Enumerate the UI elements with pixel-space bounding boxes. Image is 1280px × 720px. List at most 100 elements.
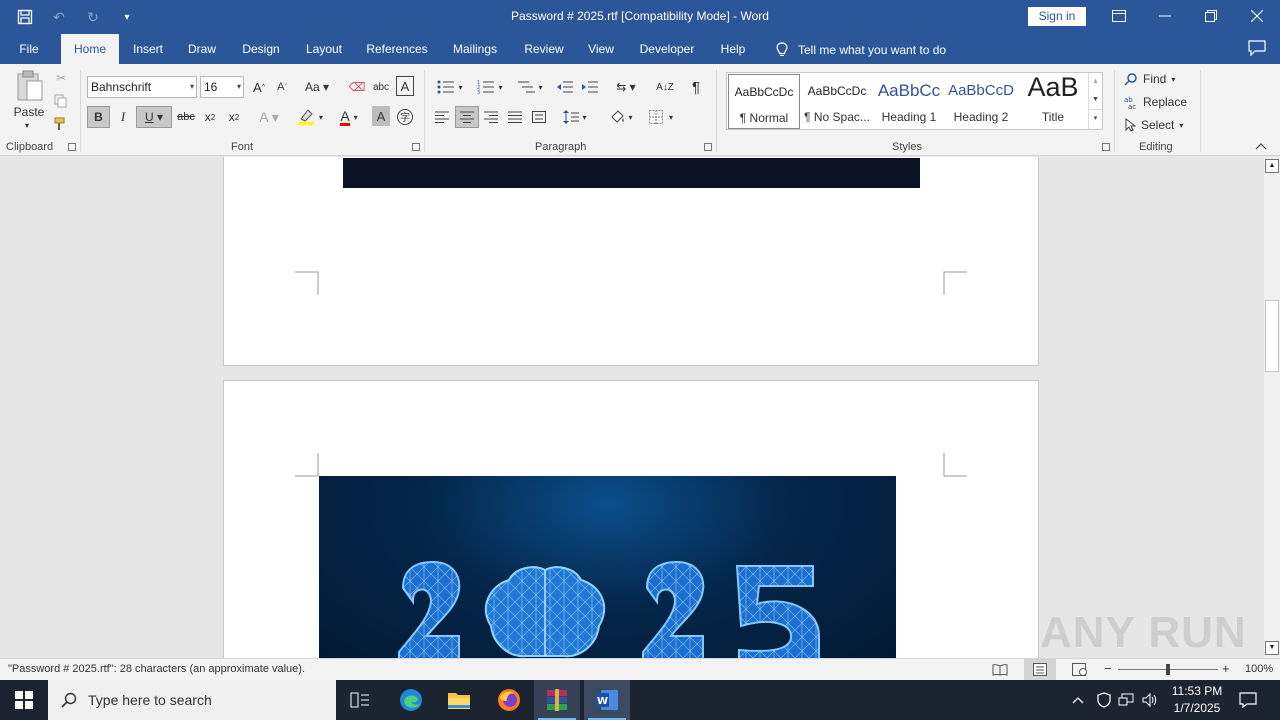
tab-home[interactable]: Home [61, 34, 119, 64]
tab-insert[interactable]: Insert [124, 34, 172, 64]
network-icon[interactable] [1116, 680, 1136, 720]
shrink-font-icon[interactable]: Aˇ [273, 76, 291, 98]
tab-mailings[interactable]: Mailings [444, 34, 506, 64]
text-effects-icon[interactable]: A ▾ [254, 106, 284, 128]
word-icon[interactable]: W [584, 680, 630, 720]
tab-file[interactable]: File [6, 34, 52, 64]
paste-dropdown-icon[interactable]: ▾ [20, 120, 34, 130]
zoom-out-icon[interactable]: − [1104, 661, 1112, 676]
font-name-select[interactable]: Bahnschrift ▾ [87, 76, 197, 98]
tab-layout[interactable]: Layout [298, 34, 350, 64]
align-left-icon[interactable] [432, 106, 452, 128]
collapse-ribbon-icon[interactable] [1254, 140, 1268, 152]
borders-icon[interactable]: ▾ [644, 106, 678, 128]
strikethrough-button[interactable]: abc [176, 106, 196, 128]
paste-icon[interactable] [10, 68, 50, 104]
clock[interactable]: 11:53 PM 1/7/2025 [1166, 683, 1228, 717]
volume-icon[interactable] [1140, 680, 1160, 720]
highlight-color-icon[interactable]: ▾ [292, 106, 328, 128]
styles-scrollbar[interactable]: ▲ ▼ ▾ [1088, 73, 1102, 129]
cut-icon[interactable]: ✂ [52, 69, 70, 87]
scroll-thumb[interactable] [1265, 300, 1279, 372]
vertical-scrollbar[interactable]: ▲ ▼ [1264, 157, 1280, 658]
change-case-icon[interactable]: Aa ▾ [302, 76, 332, 98]
font-size-select[interactable]: 16 ▾ [200, 76, 244, 98]
edge-icon[interactable] [388, 680, 434, 720]
document-area[interactable] [0, 157, 1264, 658]
more-styles-icon[interactable]: ▾ [1089, 109, 1102, 128]
align-right-icon[interactable] [481, 106, 501, 128]
minimize-icon[interactable] [1142, 0, 1188, 32]
font-color-icon[interactable]: A ▾ [332, 106, 366, 128]
numbering-icon[interactable]: 1 2 3 ▾ [472, 76, 508, 98]
style-normal[interactable]: AaBbCcDc ¶ Normal [728, 74, 800, 129]
winrar-icon[interactable] [534, 680, 580, 720]
show-formatting-marks-icon[interactable]: ¶ [686, 76, 706, 98]
taskbar-search[interactable]: Type here to search [48, 680, 336, 720]
tab-design[interactable]: Design [234, 34, 288, 64]
tell-me-search[interactable]: Tell me what you want to do [776, 42, 946, 58]
word-count-status[interactable]: "Password # 2025.rtf": 28 characters (an… [8, 663, 305, 675]
tab-view[interactable]: View [580, 34, 622, 64]
scroll-up-icon[interactable]: ▲ [1265, 159, 1279, 173]
phonetic-guide-icon[interactable]: abc [371, 76, 391, 98]
clear-formatting-icon[interactable]: ⌫ [347, 76, 367, 98]
increase-indent-icon[interactable] [580, 76, 600, 98]
ribbon-display-options-icon[interactable] [1096, 0, 1142, 32]
character-shading-icon[interactable]: A [372, 106, 390, 126]
character-border-icon[interactable]: A [396, 76, 414, 96]
align-center-icon[interactable] [455, 106, 479, 128]
notifications-icon[interactable] [1236, 680, 1260, 720]
font-launcher-icon[interactable] [412, 143, 420, 151]
web-layout-icon[interactable] [1072, 663, 1088, 676]
justify-icon[interactable] [505, 106, 525, 128]
tab-help[interactable]: Help [712, 34, 754, 64]
tab-developer[interactable]: Developer [632, 34, 702, 64]
sign-in-button[interactable]: Sign in [1028, 7, 1086, 26]
tab-draw[interactable]: Draw [180, 34, 224, 64]
select-button[interactable]: Select ▾ [1124, 115, 1188, 135]
print-layout-button[interactable] [1024, 659, 1056, 680]
style-heading-1[interactable]: AaBbCc Heading 1 [873, 74, 945, 129]
zoom-level[interactable]: 100% [1245, 663, 1273, 675]
zoom-slider-handle[interactable] [1166, 664, 1170, 675]
firefox-icon[interactable] [486, 680, 532, 720]
tab-references[interactable]: References [360, 34, 434, 64]
shading-icon[interactable]: ▾ [604, 106, 638, 128]
superscript-button[interactable]: x2 [224, 106, 244, 128]
bullets-icon[interactable]: ▾ [432, 76, 468, 98]
sort-icon[interactable]: A↓Z [655, 76, 675, 98]
start-button[interactable] [0, 680, 48, 720]
subscript-button[interactable]: x2 [200, 106, 220, 128]
chevron-up-icon[interactable]: ▲ [1089, 73, 1102, 91]
style-title[interactable]: AaB Title [1017, 72, 1089, 129]
asian-layout-icon[interactable]: ⇆ ▾ [610, 76, 642, 98]
clipboard-launcher-icon[interactable] [68, 143, 76, 151]
paragraph-launcher-icon[interactable] [704, 143, 712, 151]
tab-review[interactable]: Review [516, 34, 572, 64]
close-icon[interactable] [1234, 0, 1280, 32]
enclose-characters-icon[interactable]: 字 [395, 106, 415, 128]
line-spacing-icon[interactable]: ▾ [558, 106, 592, 128]
paste-button[interactable]: Paste [8, 104, 50, 120]
defender-icon[interactable] [1094, 680, 1114, 720]
multilevel-list-icon[interactable]: ▾ [512, 76, 548, 98]
page[interactable] [223, 157, 1039, 366]
document-image[interactable] [319, 476, 896, 658]
find-button[interactable]: Find ▾ [1124, 69, 1188, 89]
styles-launcher-icon[interactable] [1102, 143, 1110, 151]
style-heading-2[interactable]: AaBbCcD Heading 2 [945, 74, 1017, 129]
decrease-indent-icon[interactable] [555, 76, 575, 98]
replace-button[interactable]: ab ac Replace [1124, 92, 1192, 112]
read-mode-icon[interactable] [992, 663, 1008, 676]
task-view-icon[interactable] [337, 680, 383, 720]
tray-chevron-icon[interactable] [1068, 680, 1088, 720]
restore-icon[interactable] [1188, 0, 1234, 32]
copy-icon[interactable] [52, 92, 70, 110]
page[interactable] [223, 380, 1039, 658]
bold-button[interactable]: B [87, 106, 110, 128]
scroll-down-icon[interactable]: ▼ [1265, 641, 1279, 655]
format-painter-icon[interactable] [52, 115, 70, 133]
style-no-spacing[interactable]: AaBbCcDc ¶ No Spac... [801, 74, 873, 129]
zoom-in-icon[interactable]: + [1222, 661, 1230, 676]
